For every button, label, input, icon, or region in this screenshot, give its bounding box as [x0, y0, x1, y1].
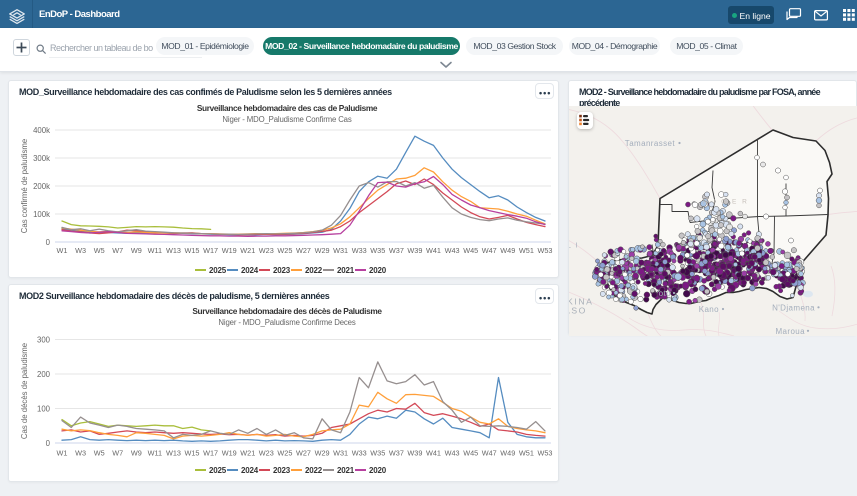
svg-text:W19: W19 — [222, 246, 237, 255]
svg-text:2021: 2021 — [337, 466, 355, 475]
svg-text:300k: 300k — [33, 154, 50, 163]
svg-text:Cas de décès de paludisme: Cas de décès de paludisme — [20, 343, 29, 439]
svg-text:W25: W25 — [277, 246, 292, 255]
svg-text:W37: W37 — [389, 449, 404, 458]
svg-text:ASO: ASO — [569, 305, 587, 315]
svg-text:W49: W49 — [500, 449, 515, 458]
svg-text:Kano: Kano — [699, 305, 719, 314]
svg-text:W21: W21 — [240, 246, 255, 255]
svg-text:W31: W31 — [333, 246, 348, 255]
svg-text:W25: W25 — [277, 449, 292, 458]
svg-text:2023: 2023 — [273, 266, 291, 275]
svg-text:W35: W35 — [370, 449, 385, 458]
svg-text:2022: 2022 — [305, 466, 323, 475]
svg-text:2024: 2024 — [241, 266, 259, 275]
svg-text:200k: 200k — [33, 182, 50, 191]
svg-text:2025: 2025 — [209, 266, 227, 275]
svg-text:Niger - MDO_Paludisme Confirme: Niger - MDO_Paludisme Confirme Deces — [218, 318, 355, 327]
svg-text:2022: 2022 — [305, 266, 323, 275]
svg-text:W31: W31 — [333, 449, 348, 458]
svg-text:W1: W1 — [57, 246, 68, 255]
svg-text:W51: W51 — [519, 246, 534, 255]
svg-text:W43: W43 — [445, 449, 460, 458]
svg-text:Niger - MDO_Paludisme Confirme: Niger - MDO_Paludisme Confirme Cas — [222, 115, 351, 124]
svg-text:W27: W27 — [296, 449, 311, 458]
svg-text:W13: W13 — [166, 449, 181, 458]
svg-text:2021: 2021 — [337, 266, 355, 275]
svg-text:Cas confirmé de paludisme: Cas confirmé de paludisme — [20, 139, 29, 233]
svg-text:W9: W9 — [131, 246, 142, 255]
svg-text:W49: W49 — [500, 246, 515, 255]
svg-text:W47: W47 — [482, 449, 497, 458]
svg-text:0: 0 — [46, 238, 51, 247]
svg-text:W23: W23 — [259, 449, 274, 458]
svg-text:100k: 100k — [33, 210, 50, 219]
svg-text:2020: 2020 — [369, 466, 387, 475]
svg-text:W15: W15 — [184, 246, 199, 255]
svg-text:W9: W9 — [131, 449, 142, 458]
svg-text:W7: W7 — [112, 449, 123, 458]
svg-text:2025: 2025 — [209, 466, 227, 475]
svg-text:0: 0 — [46, 439, 51, 448]
svg-text:100: 100 — [37, 404, 51, 413]
svg-text:W11: W11 — [148, 246, 162, 255]
svg-text:W17: W17 — [203, 246, 218, 255]
svg-text:400k: 400k — [33, 126, 50, 135]
svg-text:W51: W51 — [519, 449, 534, 458]
svg-text:W41: W41 — [426, 449, 441, 458]
svg-text:W21: W21 — [240, 449, 255, 458]
svg-text:W5: W5 — [94, 449, 105, 458]
svg-text:W53: W53 — [537, 449, 552, 458]
svg-text:W17: W17 — [203, 449, 218, 458]
svg-text:W53: W53 — [537, 246, 552, 255]
svg-text:Maroua: Maroua — [775, 326, 805, 335]
svg-text:W33: W33 — [352, 246, 367, 255]
svg-text:W1: W1 — [57, 449, 68, 458]
svg-text:W11: W11 — [148, 449, 162, 458]
svg-text:W41: W41 — [426, 246, 441, 255]
svg-text:2020: 2020 — [369, 266, 387, 275]
svg-text:200: 200 — [37, 370, 51, 379]
svg-text:N I G E R: N I G E R — [703, 198, 749, 205]
svg-text:Surveillance hebdomadaire des: Surveillance hebdomadaire des décès de P… — [192, 306, 382, 316]
svg-text:W7: W7 — [112, 246, 123, 255]
svg-text:W33: W33 — [352, 449, 367, 458]
svg-text:Tamanrasset: Tamanrasset — [625, 139, 676, 148]
svg-text:2024: 2024 — [241, 466, 259, 475]
svg-text:W45: W45 — [463, 449, 478, 458]
svg-text:N'Djamena: N'Djamena — [772, 303, 815, 312]
svg-text:W35: W35 — [370, 246, 385, 255]
svg-text:W3: W3 — [75, 449, 86, 458]
svg-text:W45: W45 — [463, 246, 478, 255]
svg-text:W29: W29 — [315, 449, 330, 458]
svg-text:W29: W29 — [315, 246, 330, 255]
svg-text:W3: W3 — [75, 246, 86, 255]
svg-text:W23: W23 — [259, 246, 274, 255]
svg-text:oto: oto — [659, 289, 671, 298]
svg-text:W39: W39 — [407, 449, 422, 458]
svg-text:W5: W5 — [94, 246, 105, 255]
svg-text:W13: W13 — [166, 246, 181, 255]
svg-text:Surveillance hebdomadaire des: Surveillance hebdomadaire des cas de Pal… — [197, 103, 378, 113]
svg-text:W19: W19 — [222, 449, 237, 458]
svg-text:W43: W43 — [445, 246, 460, 255]
svg-text:L I: L I — [569, 242, 579, 249]
svg-text:W37: W37 — [389, 246, 404, 255]
svg-text:W47: W47 — [482, 246, 497, 255]
svg-text:300: 300 — [37, 335, 51, 344]
svg-text:W27: W27 — [296, 246, 311, 255]
svg-text:2023: 2023 — [273, 466, 291, 475]
svg-text:W39: W39 — [407, 246, 422, 255]
svg-text:W15: W15 — [184, 449, 199, 458]
